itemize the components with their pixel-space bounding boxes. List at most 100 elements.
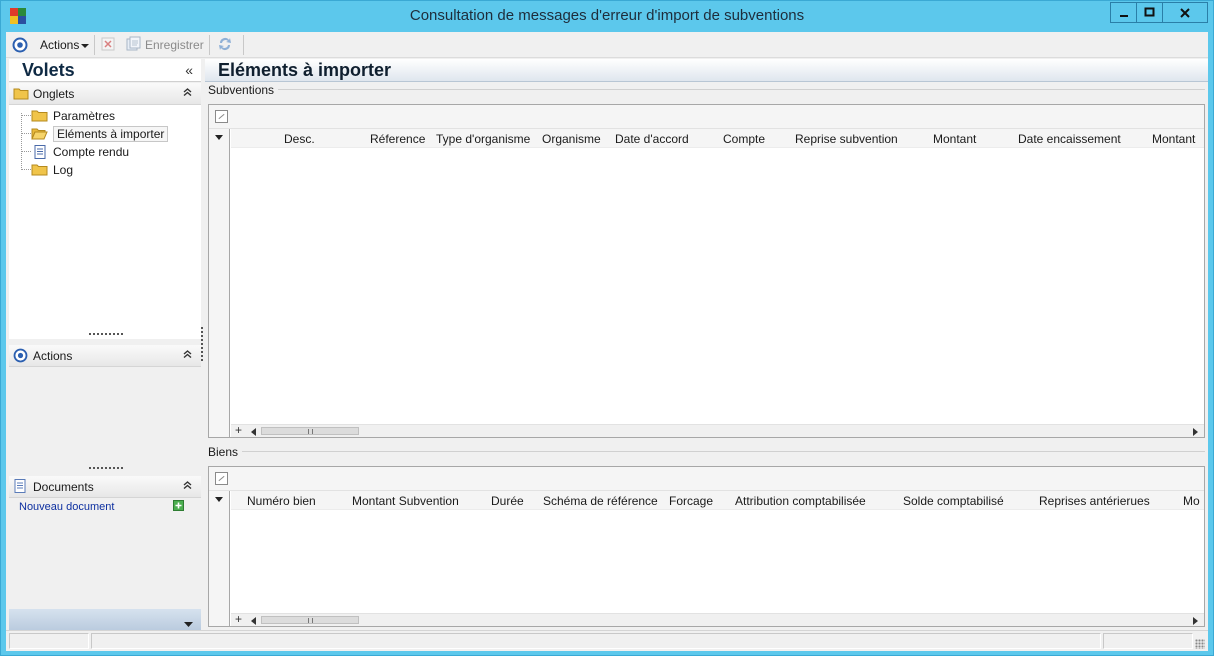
main-content: Eléments à importer Subventions Desc. Ré… [205,59,1208,631]
tree-line [21,133,31,134]
status-cell [9,633,89,649]
scroll-right-icon[interactable] [1193,428,1198,436]
actions-circle-icon[interactable] [12,36,28,54]
main-toolbar: Actions Enregistrer [6,32,1208,58]
scroll-right-icon[interactable] [1193,617,1198,625]
column-header[interactable]: Forcage [669,494,713,508]
grid-toolbar [209,105,1204,129]
folder-icon [31,109,48,122]
column-header[interactable]: Reprise subvention [795,132,898,146]
resize-grip[interactable] [89,333,123,336]
column-header[interactable]: Numéro bien [247,494,316,508]
scroll-left-icon[interactable] [251,617,256,625]
tree-item-label: Log [53,162,74,177]
minimize-button[interactable] [1110,2,1137,23]
delete-icon [101,37,115,54]
status-bar [6,630,1208,651]
column-header[interactable]: Reprises antérierues [1039,494,1150,508]
column-header[interactable]: Mo [1183,494,1200,508]
save-icon [126,36,141,54]
column-header[interactable]: Schéma de référence [543,494,658,508]
resize-grip[interactable] [89,467,123,470]
scroll-thumb[interactable] [261,427,359,435]
delete-button[interactable] [101,36,115,54]
collapse-pane-button[interactable]: « [185,62,193,78]
pane-overflow-bar[interactable] [9,609,201,631]
tree-item-parametres[interactable]: Paramètres [31,107,115,124]
biens-grid[interactable]: Numéro bien Montant Subvention Durée Sch… [208,466,1205,627]
document-icon [31,145,48,159]
new-document-link[interactable]: Nouveau document [19,501,114,513]
window-title: Consultation de messages d'erreur d'impo… [409,7,805,24]
column-header[interactable]: Date encaissement [1018,132,1121,146]
biens-group-label: Biens [208,445,243,459]
status-cell [91,633,1101,649]
scroll-left-icon[interactable] [251,428,256,436]
column-header[interactable]: Durée [491,494,524,508]
close-icon [1163,3,1207,22]
column-header[interactable]: Montant [933,132,976,146]
actions-circle-icon [13,348,28,366]
toolbar-separator [94,35,95,55]
add-document-icon[interactable] [173,500,184,514]
actions-panel [9,367,201,471]
folder-icon [13,87,29,103]
documents-section-header[interactable]: Documents [9,476,201,498]
subventions-grid-header: Desc. Réference Type d'organisme Organis… [231,129,1204,148]
tree-item-label: Compte rendu [53,144,130,159]
pane-splitter[interactable] [201,327,203,361]
biens-grid-header: Numéro bien Montant Subvention Durée Sch… [231,491,1204,510]
grid-export-icon[interactable] [215,472,228,485]
column-header[interactable]: Réference [370,132,425,146]
actions-section-header[interactable]: Actions [9,345,201,367]
horizontal-scrollbar[interactable]: + [231,612,1204,626]
documents-icon [13,479,27,497]
expand-plus-icon[interactable]: + [235,612,242,626]
column-chooser-dropdown-icon[interactable] [215,497,223,502]
column-header[interactable]: Montant [1152,132,1195,146]
actions-menu-button[interactable]: Actions [40,36,90,54]
subventions-grid[interactable]: Desc. Réference Type d'organisme Organis… [208,104,1205,438]
grid-toolbar [209,467,1204,491]
refresh-button[interactable] [217,36,233,54]
onglets-tree: Paramètres Eléments à importer Compte re… [9,105,201,339]
chevron-double-up-icon[interactable] [183,347,192,361]
toolbar-separator [209,35,210,55]
tree-item-elements-a-importer[interactable]: Eléments à importer [31,125,169,142]
grid-row-selector [209,491,230,626]
column-header[interactable]: Montant Subvention [352,494,459,508]
scroll-thumb[interactable] [261,616,359,624]
maximize-button[interactable] [1136,2,1163,23]
column-header[interactable]: Type d'organisme [436,132,530,146]
tree-item-log[interactable]: Log [31,161,73,178]
horizontal-scrollbar[interactable]: + [231,423,1204,437]
chevron-double-up-icon[interactable] [183,85,192,99]
tree-line [21,113,22,168]
column-chooser-dropdown-icon[interactable] [215,135,223,140]
window-resize-grip[interactable] [1195,639,1205,649]
column-header[interactable]: Compte [723,132,765,146]
folder-icon [31,163,48,176]
application-window: Consultation de messages d'erreur d'impo… [0,0,1214,656]
expand-plus-icon[interactable]: + [235,423,242,437]
actions-label: Actions [33,349,73,363]
chevron-double-up-icon[interactable] [183,478,192,492]
chevron-down-icon [184,617,193,631]
column-header[interactable]: Desc. [284,132,315,146]
grid-export-icon[interactable] [215,110,228,123]
group-divider [241,451,1205,452]
column-header[interactable]: Solde comptabilisé [903,494,1004,508]
onglets-section-header[interactable]: Onglets [9,83,201,105]
column-header[interactable]: Date d'accord [615,132,689,146]
tree-item-label: Paramètres [53,108,116,123]
column-header[interactable]: Organisme [542,132,601,146]
maximize-icon [1137,3,1162,22]
save-button[interactable]: Enregistrer [126,36,204,54]
column-header[interactable]: Attribution comptabilisée [735,494,866,508]
tree-item-compte-rendu[interactable]: Compte rendu [31,143,129,160]
subventions-group-label: Subventions [208,83,279,97]
tree-line [21,151,31,152]
title-bar[interactable]: Consultation de messages d'erreur d'impo… [1,1,1213,32]
close-button[interactable] [1162,2,1208,23]
group-divider [265,89,1205,90]
